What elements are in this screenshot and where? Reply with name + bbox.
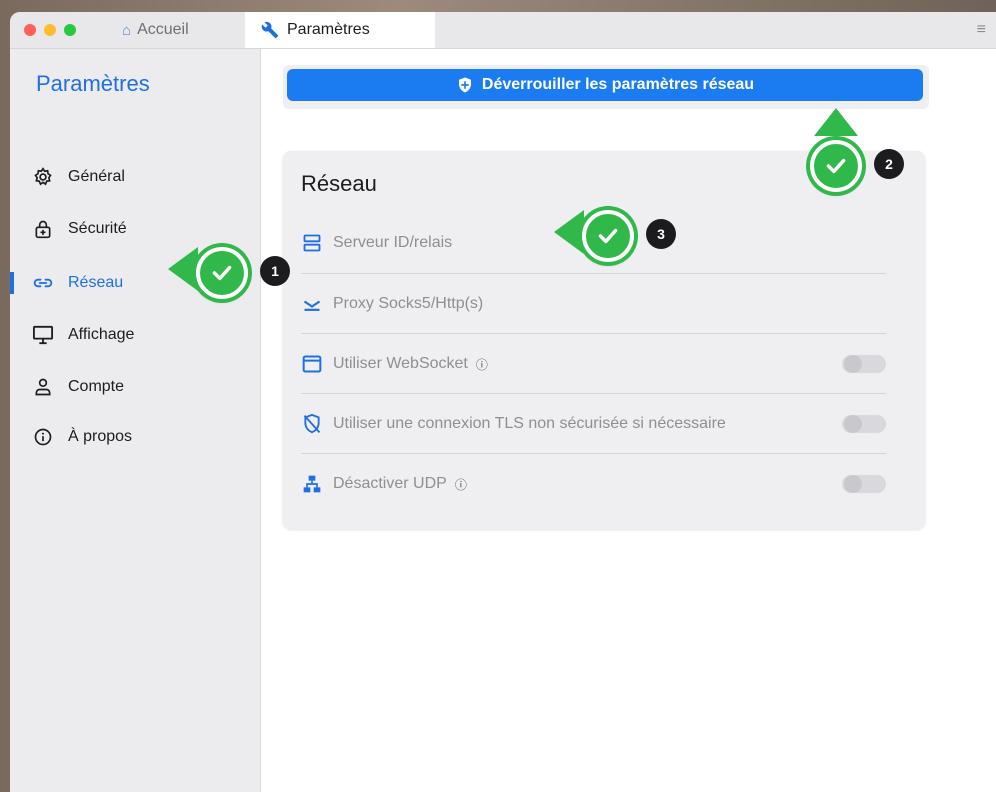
server-icon xyxy=(301,232,323,254)
tab-bar: ⌂ Accueil Paramètres ≡ xyxy=(10,12,996,49)
info-icon xyxy=(32,426,54,448)
disable-udp-toggle[interactable] xyxy=(842,475,886,493)
sidebar-item-label: Compte xyxy=(68,378,125,395)
help-icon[interactable]: ⓘ xyxy=(455,476,467,493)
websocket-toggle[interactable] xyxy=(842,355,886,373)
help-icon[interactable]: ⓘ xyxy=(476,356,488,373)
marker-number: 3 xyxy=(646,219,676,249)
lock-icon xyxy=(32,218,54,240)
home-icon: ⌂ xyxy=(122,21,132,39)
wrench-icon xyxy=(261,21,279,39)
check-icon xyxy=(582,210,634,262)
sidebar-item-label: Réseau xyxy=(68,274,124,291)
network-icon xyxy=(301,473,323,495)
sidebar-item-label: Général xyxy=(68,168,125,185)
row-label: Serveur ID/relais xyxy=(333,234,453,251)
tab-settings[interactable]: Paramètres xyxy=(245,12,435,48)
gear-icon xyxy=(32,166,54,188)
maximize-window-button[interactable] xyxy=(64,24,76,36)
marker-number: 1 xyxy=(260,256,290,286)
sidebar-item-label: Affichage xyxy=(68,326,135,343)
proxy-icon xyxy=(301,293,323,315)
window-icon xyxy=(301,353,323,375)
row-label: Utiliser WebSocket xyxy=(333,355,468,372)
person-icon xyxy=(32,376,54,398)
minimize-window-button[interactable] xyxy=(44,24,56,36)
sidebar: Paramètres Général Sécurité Réseau Affic… xyxy=(10,49,261,792)
insecure-tls-toggle[interactable] xyxy=(842,415,886,433)
tls-icon xyxy=(301,413,323,435)
shield-icon xyxy=(456,76,474,94)
unlock-network-settings-button[interactable]: Déverrouiller les paramètres réseau xyxy=(287,69,923,101)
sidebar-item-general[interactable]: Général xyxy=(10,157,260,197)
check-icon xyxy=(810,140,862,192)
check-icon xyxy=(196,247,248,299)
sidebar-item-about[interactable]: À propos xyxy=(10,417,260,457)
unlock-button-label: Déverrouiller les paramètres réseau xyxy=(481,76,755,93)
sidebar-item-security[interactable]: Sécurité xyxy=(10,209,260,249)
row-label: Désactiver UDP xyxy=(333,475,447,492)
tab-settings-label: Paramètres xyxy=(287,21,370,38)
card-title: Réseau xyxy=(301,171,377,196)
monitor-icon xyxy=(32,324,54,346)
row-insecure-tls: Utiliser une connexion TLS non sécurisée… xyxy=(301,393,886,454)
row-label: Proxy Socks5/Http(s) xyxy=(333,295,484,312)
close-window-button[interactable] xyxy=(24,24,36,36)
row-disable-udp: Désactiver UDP ⓘ xyxy=(301,453,886,514)
sidebar-item-label: À propos xyxy=(68,428,133,445)
sidebar-item-account[interactable]: Compte xyxy=(10,367,260,407)
unlock-area: Déverrouiller les paramètres réseau xyxy=(283,65,929,109)
sidebar-item-display[interactable]: Affichage xyxy=(10,315,260,355)
sidebar-title: Paramètres xyxy=(36,71,150,96)
tab-home-label: Accueil xyxy=(137,21,189,38)
row-websocket: Utiliser WebSocket ⓘ xyxy=(301,333,886,394)
marker-number: 2 xyxy=(874,149,904,179)
link-icon xyxy=(32,272,54,294)
sidebar-item-label: Sécurité xyxy=(68,220,127,237)
tab-home[interactable]: ⌂ Accueil xyxy=(122,12,189,48)
menu-icon[interactable]: ≡ xyxy=(977,21,986,39)
network-settings-card: Réseau Serveur ID/relais Proxy Socks5/Ht… xyxy=(283,151,925,529)
row-label: Utiliser une connexion TLS non sécurisée… xyxy=(333,415,726,432)
row-proxy[interactable]: Proxy Socks5/Http(s) xyxy=(301,273,886,334)
